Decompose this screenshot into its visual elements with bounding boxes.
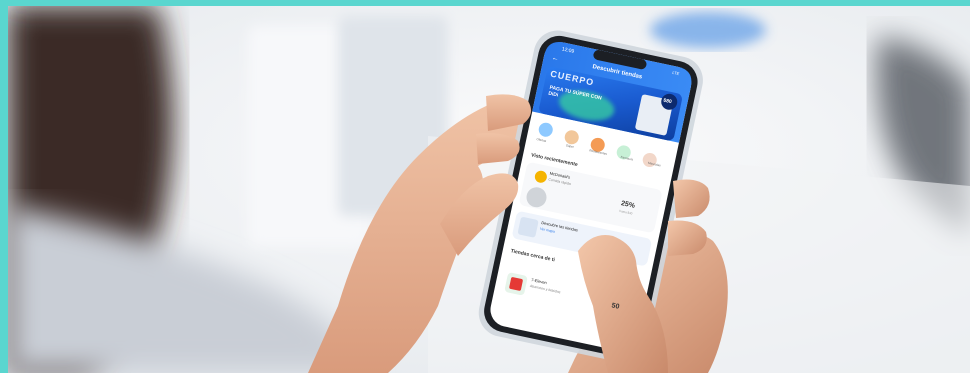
header-title: Descubrir tiendas <box>591 64 643 81</box>
section-recent-title: Visto recientemente <box>530 152 579 169</box>
recent-store-subtitle: Comida rápida <box>548 177 572 187</box>
banner-brand: CUERPO <box>549 68 596 88</box>
nearby-store-name[interactable]: 7-Eleven <box>531 277 547 285</box>
status-network: LTE <box>671 69 680 77</box>
photo-frame: 12:09 LTE ← Descubrir tiendas CUERPO PAG… <box>0 0 970 373</box>
phone-screen: 12:09 LTE ← Descubrir tiendas CUERPO PAG… <box>8 6 970 373</box>
section-nearby-title: Tiendas cerca de ti <box>510 248 556 264</box>
recent-store-discount: 25% <box>620 200 636 210</box>
status-time: 12:09 <box>561 46 575 55</box>
discover-link[interactable]: Ver mapa <box>540 227 555 234</box>
category-mascotas[interactable]: Mascotas <box>648 161 661 168</box>
recent-store-discount-note: hasta $40 <box>619 208 633 216</box>
photo: 12:09 LTE ← Descubrir tiendas CUERPO PAG… <box>8 6 970 373</box>
category-farmacia[interactable]: Farmacia <box>620 155 633 162</box>
recent-store-name[interactable]: McDonald's <box>549 171 570 180</box>
banner-headline: PAGA TU SÚPER CON DiDi <box>547 84 603 102</box>
category-restaurantes[interactable]: Restaurantes <box>589 148 607 156</box>
category-super[interactable]: Súper <box>566 143 575 149</box>
category-ofertas[interactable]: Ofertas <box>536 137 546 143</box>
discover-title[interactable]: Descubre las tiendas <box>541 220 579 233</box>
category-row: Ofertas Súper Restaurantes Farmacia Masc… <box>529 136 673 174</box>
nearby-store-subtitle: Abarrotes y bebidas <box>529 283 561 295</box>
banner-price: $80 <box>662 97 673 106</box>
back-icon[interactable]: ← <box>551 54 559 62</box>
nearby-store-discount: 50 <box>610 302 620 311</box>
